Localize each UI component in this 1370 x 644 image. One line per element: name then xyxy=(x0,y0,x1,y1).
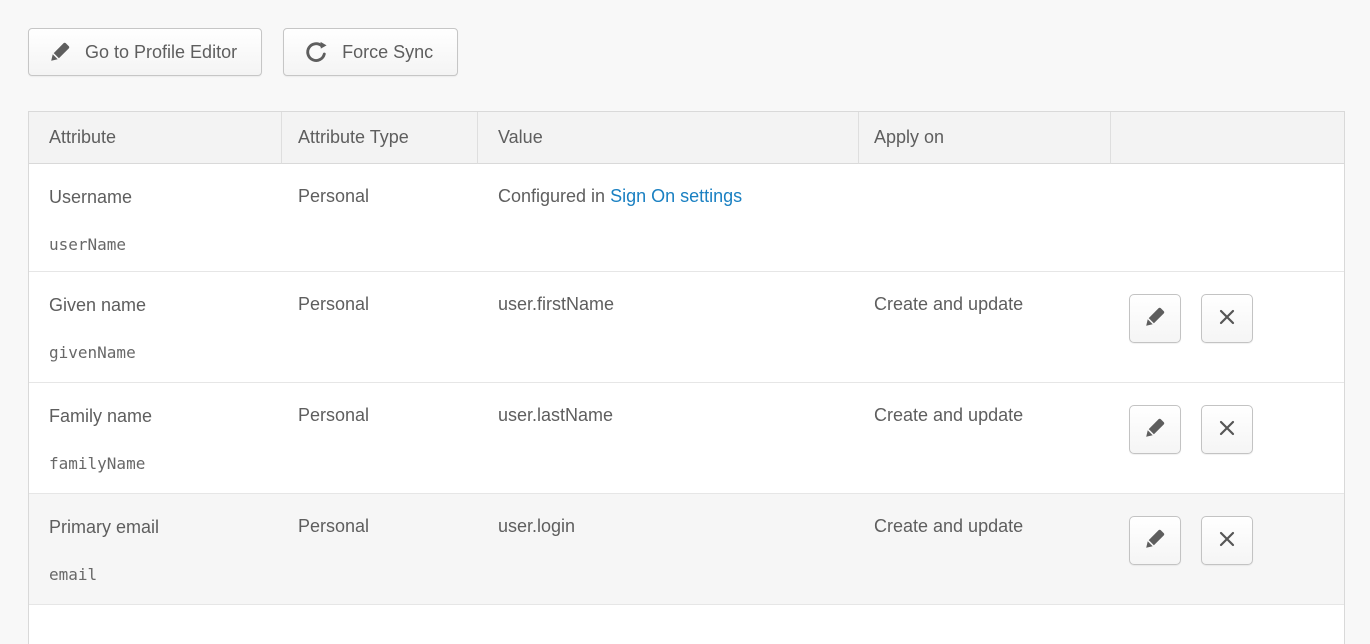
apply-on-cell xyxy=(859,164,1111,271)
attribute-type-cell: Personal xyxy=(282,164,478,271)
actions-cell xyxy=(1111,382,1344,493)
edit-attribute-button[interactable] xyxy=(1129,516,1181,565)
column-header-value: Value xyxy=(478,112,859,164)
edit-attribute-button[interactable] xyxy=(1129,405,1181,454)
force-sync-label: Force Sync xyxy=(342,42,433,63)
table-row-partial xyxy=(29,604,1344,644)
pencil-icon xyxy=(1144,417,1166,442)
attribute-display-name: Given name xyxy=(49,294,281,316)
attribute-mapping-table: Attribute Attribute Type Value Apply on … xyxy=(28,111,1345,644)
apply-on-cell: Create and update xyxy=(859,271,1111,382)
actions-cell xyxy=(1111,271,1344,382)
attribute-variable-name: userName xyxy=(49,235,281,255)
go-to-profile-editor-label: Go to Profile Editor xyxy=(85,42,237,63)
table-row: Given name givenName Personal user.first… xyxy=(29,271,1344,382)
attribute-display-name: Family name xyxy=(49,405,281,427)
column-header-apply-on: Apply on xyxy=(859,112,1111,164)
table-row: Primary email email Personal user.login … xyxy=(29,493,1344,604)
sign-on-settings-link[interactable]: Sign On settings xyxy=(610,186,742,206)
attribute-variable-name: email xyxy=(49,565,281,585)
table-row: Family name familyName Personal user.las… xyxy=(29,382,1344,493)
value-cell: user.lastName xyxy=(478,382,859,493)
x-icon xyxy=(1217,529,1237,552)
delete-attribute-button[interactable] xyxy=(1201,294,1253,343)
table-row: Username userName Personal Configured in… xyxy=(29,164,1344,271)
apply-on-cell: Create and update xyxy=(859,493,1111,604)
delete-attribute-button[interactable] xyxy=(1201,516,1253,565)
attribute-variable-name: familyName xyxy=(49,454,281,474)
force-sync-button[interactable]: Force Sync xyxy=(283,28,458,76)
attribute-type-cell: Personal xyxy=(282,382,478,493)
attribute-display-name: Username xyxy=(49,186,281,208)
attribute-type-cell: Personal xyxy=(282,271,478,382)
actions-cell xyxy=(1111,164,1344,271)
apply-on-cell: Create and update xyxy=(859,382,1111,493)
attribute-mappings-page: Go to Profile Editor Force Sync Attribut… xyxy=(0,0,1370,644)
go-to-profile-editor-button[interactable]: Go to Profile Editor xyxy=(28,28,262,76)
actions-cell xyxy=(1111,493,1344,604)
attribute-display-name: Primary email xyxy=(49,516,281,538)
pencil-icon xyxy=(1144,306,1166,331)
x-icon xyxy=(1217,418,1237,441)
toolbar: Go to Profile Editor Force Sync xyxy=(28,28,458,76)
column-header-attribute-type: Attribute Type xyxy=(282,112,478,164)
value-text: Configured in xyxy=(498,186,605,206)
column-header-actions xyxy=(1111,112,1344,164)
delete-attribute-button[interactable] xyxy=(1201,405,1253,454)
x-icon xyxy=(1217,307,1237,330)
pencil-icon xyxy=(49,41,71,63)
pencil-icon xyxy=(1144,528,1166,553)
refresh-icon xyxy=(304,40,328,64)
table-header-row: Attribute Attribute Type Value Apply on xyxy=(29,112,1344,164)
attribute-type-cell: Personal xyxy=(282,493,478,604)
value-cell: user.login xyxy=(478,493,859,604)
value-cell: user.firstName xyxy=(478,271,859,382)
attribute-variable-name: givenName xyxy=(49,343,281,363)
value-cell: Configured in Sign On settings xyxy=(478,164,859,271)
edit-attribute-button[interactable] xyxy=(1129,294,1181,343)
column-header-attribute: Attribute xyxy=(29,112,282,164)
